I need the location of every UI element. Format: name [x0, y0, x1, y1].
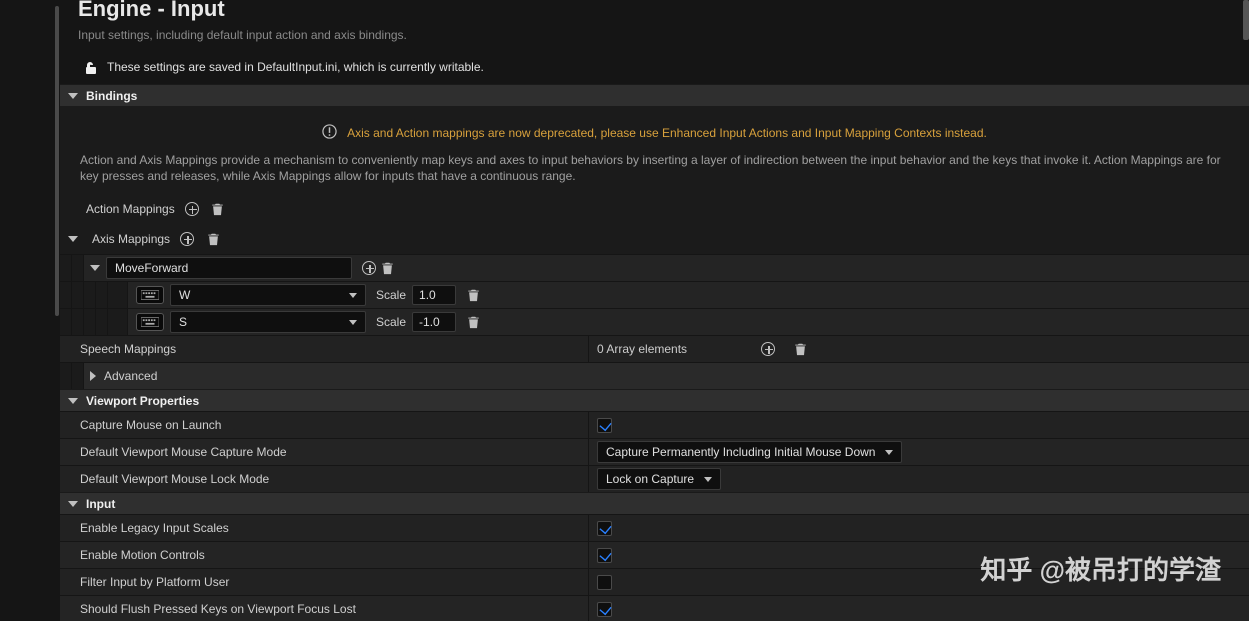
lock-mode-row: Default Viewport Mouse Lock Mode Lock on…: [60, 465, 1249, 492]
capture-mode-dropdown[interactable]: Capture Permanently Including Initial Mo…: [597, 441, 902, 463]
clear-axis-mappings-button[interactable]: [204, 230, 222, 248]
legacy-scales-checkbox[interactable]: [597, 521, 612, 536]
delete-key-button[interactable]: [464, 313, 482, 331]
chevron-down-icon: [704, 477, 712, 482]
chevron-down-icon: [349, 293, 357, 298]
section-label: Input: [86, 497, 115, 511]
chevron-down-icon: [68, 398, 78, 404]
action-mappings-label: Action Mappings: [80, 202, 175, 216]
page-subtitle: Input settings, including default input …: [78, 28, 1249, 42]
chevron-down-icon: [68, 501, 78, 507]
motion-controls-row: Enable Motion Controls: [60, 541, 1249, 568]
axis-mappings-label: Axis Mappings: [86, 232, 170, 246]
axis-mappings-row[interactable]: Axis Mappings: [60, 224, 1249, 254]
action-mappings-row: Action Mappings: [60, 194, 1249, 224]
axis-key-row: W Scale: [60, 281, 1249, 308]
warning-icon: [322, 124, 337, 142]
section-header-input[interactable]: Input: [60, 492, 1249, 514]
chevron-down-icon: [68, 236, 78, 242]
ini-notice: These settings are saved in DefaultInput…: [107, 60, 484, 74]
scale-input[interactable]: [412, 312, 456, 332]
scale-label: Scale: [376, 288, 406, 302]
scale-input[interactable]: [412, 285, 456, 305]
motion-controls-checkbox[interactable]: [597, 548, 612, 563]
add-key-button[interactable]: [360, 259, 378, 277]
chevron-down-icon[interactable]: [90, 265, 100, 271]
clear-speech-mappings-button[interactable]: [791, 340, 809, 358]
section-header-bindings[interactable]: Bindings: [60, 84, 1249, 106]
filter-platform-user-checkbox[interactable]: [597, 575, 612, 590]
right-scrollbar[interactable]: [1243, 0, 1249, 40]
axis-key-row: S Scale: [60, 308, 1249, 335]
chevron-down-icon: [68, 93, 78, 99]
section-header-viewport[interactable]: Viewport Properties: [60, 389, 1249, 411]
filter-platform-user-row: Filter Input by Platform User: [60, 568, 1249, 595]
add-action-mapping-button[interactable]: [183, 200, 201, 218]
advanced-row[interactable]: Advanced: [60, 362, 1249, 389]
axis-name-input[interactable]: [106, 257, 352, 279]
chevron-down-icon: [885, 450, 893, 455]
key-selector[interactable]: W: [170, 284, 366, 306]
clear-action-mappings-button[interactable]: [209, 200, 227, 218]
unlock-icon: [85, 61, 97, 73]
speech-mappings-row: Speech Mappings 0 Array elements: [60, 335, 1249, 362]
axis-mapping-item: [60, 254, 1249, 281]
flush-keys-row: Should Flush Pressed Keys on Viewport Fo…: [60, 595, 1249, 621]
page-title: Engine - Input: [78, 0, 1249, 22]
advanced-label: Advanced: [96, 369, 157, 383]
deprecation-warning: Axis and Action mappings are now depreca…: [347, 126, 987, 140]
flush-keys-checkbox[interactable]: [597, 602, 612, 617]
section-label: Bindings: [86, 89, 137, 103]
chevron-down-icon: [349, 320, 357, 325]
key-selector[interactable]: S: [170, 311, 366, 333]
capture-mode-row: Default Viewport Mouse Capture Mode Capt…: [60, 438, 1249, 465]
scale-label: Scale: [376, 315, 406, 329]
bindings-description: Action and Axis Mappings provide a mecha…: [80, 152, 1229, 184]
legacy-scales-row: Enable Legacy Input Scales: [60, 514, 1249, 541]
left-scrollbar[interactable]: [52, 0, 60, 621]
delete-axis-button[interactable]: [378, 259, 396, 277]
speech-mappings-label: Speech Mappings: [60, 342, 176, 356]
add-speech-mapping-button[interactable]: [759, 340, 777, 358]
speech-mappings-summary: 0 Array elements: [597, 342, 687, 356]
keyboard-icon: [136, 313, 164, 331]
section-label: Viewport Properties: [86, 394, 199, 408]
lock-mode-dropdown[interactable]: Lock on Capture: [597, 468, 721, 490]
capture-mouse-launch-row: Capture Mouse on Launch: [60, 411, 1249, 438]
add-axis-mapping-button[interactable]: [178, 230, 196, 248]
capture-mouse-launch-checkbox[interactable]: [597, 418, 612, 433]
keyboard-icon: [136, 286, 164, 304]
delete-key-button[interactable]: [464, 286, 482, 304]
